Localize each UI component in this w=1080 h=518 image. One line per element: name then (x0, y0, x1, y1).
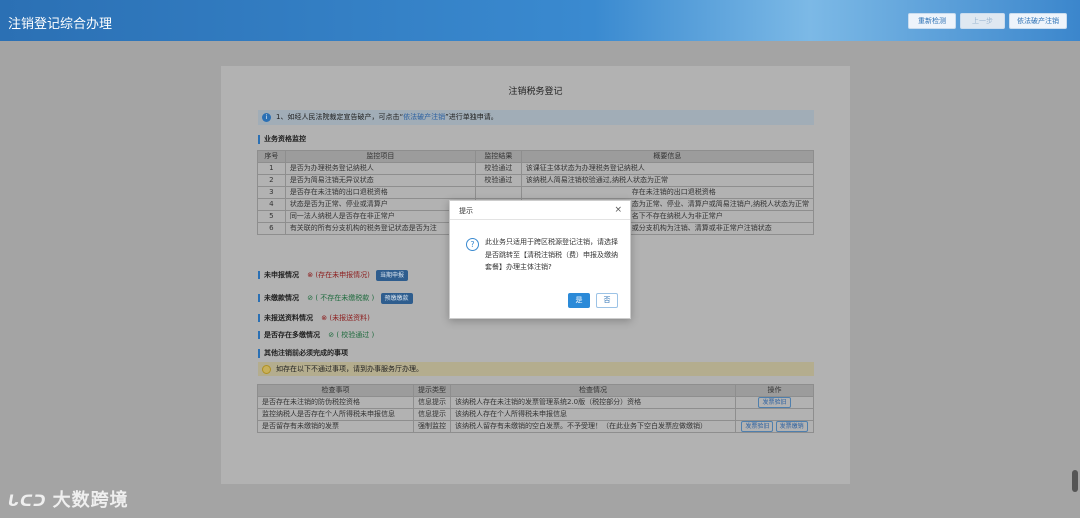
row-detail: 该纳税人存在个人所得税未申报信息 (450, 408, 736, 421)
recheck-button[interactable]: 重新检测 (908, 13, 956, 29)
row-type: 信息提示 (413, 396, 451, 409)
col-no: 序号 (257, 150, 286, 163)
col-detail: 检查情况 (450, 384, 736, 397)
notice-text: 1、如经人民法院裁定宣告破产，可点击“ (276, 113, 404, 121)
unfiled-label: 未申报情况 (258, 271, 299, 279)
top-bar: 注销登记综合办理 重新检测 上一步 依法破产注销 (0, 0, 1080, 41)
table-row: 监控纳税人是否存在个人所得税未申报信息 信息提示 该纳税人存在个人所得税未申报信… (257, 408, 814, 421)
row-no: 3 (257, 186, 286, 199)
watermark: ᒐᑕᑐ 大数跨境 (8, 486, 129, 512)
business-section-title: 业务资格监控 (258, 135, 306, 144)
row-no: 4 (257, 198, 286, 211)
col-summary: 概要信息 (520, 150, 815, 163)
col-item: 监控项目 (284, 150, 476, 163)
yes-button[interactable]: 是 (568, 293, 590, 308)
bankruptcy-link[interactable]: 依法破产注销 (403, 113, 445, 121)
row-no: 5 (257, 210, 286, 223)
check-icon: ⊘ (307, 294, 314, 302)
app-title: 注销登记综合办理 (8, 17, 113, 32)
row-item: 有关联的所有分支机构的税务登记状态是否为注 (284, 222, 476, 235)
other-items-table: 检查事项 提示类型 检查情况 操作 是否存在未注销的防伪税控资格 信息提示 该纳… (257, 384, 814, 433)
row-ops: 发票验旧 发票缴销 (735, 420, 814, 433)
row-detail: 该纳税人留存有未缴销的空白发票。不予受理！（在此业务下空白发票应做缴销） (450, 420, 736, 433)
row-summary: 该纳税人简易注销校验通过,纳税人状态为正常 (520, 174, 815, 187)
row-summary: 存在未注销的出口退税资格 (520, 186, 815, 199)
row-item: 监控纳税人是否存在个人所得税未申报信息 (257, 408, 414, 421)
row-type: 强制监控 (413, 420, 451, 433)
unfiled-line: 未申报情况 ⊗ (存在未申报情况) 当期申报 (258, 269, 409, 281)
invoice-cancel-button[interactable]: 发票缴销 (775, 421, 808, 432)
previous-step-button[interactable]: 上一步 (960, 13, 1005, 29)
row-item: 是否为办理税务登记纳税人 (284, 162, 476, 175)
unpaid-line: 未缴款情况 ⊘ ( 不存在未缴税款 ) 预缴缴款 (258, 292, 413, 304)
hint-bar: 如存在以下不通过事项，请到办事服务厅办理。 (258, 362, 814, 376)
other-section-title: 其他注销前必须完成的事项 (258, 349, 348, 358)
table-row: 3 是否存在未注销的出口退税资格 存在未注销的出口退税资格 (257, 186, 815, 199)
check-icon: ⊘ (328, 331, 335, 339)
info-icon: i (262, 113, 271, 122)
invoice-verify-button[interactable]: 发票验旧 (741, 421, 774, 432)
unpaid-status: ( 不存在未缴税款 ) (315, 294, 375, 302)
row-no: 6 (257, 222, 286, 235)
multiple-label: 是否存在多缴情况 (258, 331, 320, 339)
unsubmitted-line: 未报送资料情况 ⊗ (未报送资料) (258, 312, 370, 324)
prepay-button[interactable]: 预缴缴款 (380, 293, 413, 304)
row-ops: 发票验旧 (735, 396, 814, 409)
watermark-logo: ᒐᑕᑐ (8, 492, 47, 510)
unfiled-status: (存在未申报情况) (315, 271, 370, 279)
unpaid-label: 未缴款情况 (258, 294, 299, 302)
table-header: 序号 监控项目 监控结果 概要信息 (257, 150, 815, 163)
col-result: 监控结果 (474, 150, 522, 163)
row-ops (735, 408, 814, 421)
col-check-item: 检查事项 (257, 384, 414, 397)
row-item: 是否为简易注销无异议状态 (284, 174, 476, 187)
confirm-dialog: 提示 × ? 此业务只适用于跨区税源登记注销，请选择是否跳转至【清税注销税（费）… (449, 200, 631, 319)
table-row: 1 是否为办理税务登记纳税人 校验通过 该课征主体状态为办理税务登记纳税人 (257, 162, 815, 175)
fail-icon: ⊗ (307, 271, 314, 279)
row-no: 2 (257, 174, 286, 187)
row-item: 状态是否为正常、停业或清算户 (284, 198, 476, 211)
row-summary: 该课征主体状态为办理税务登记纳税人 (520, 162, 815, 175)
row-item: 是否留存有未缴销的发票 (257, 420, 414, 433)
invoice-verify-button[interactable]: 发票验旧 (758, 397, 791, 408)
table-row: 是否存在未注销的防伪税控资格 信息提示 该纳税人存在未注销的发票管理系统2.0版… (257, 396, 814, 409)
close-icon[interactable]: × (614, 205, 622, 215)
dialog-message: 此业务只适用于跨区税源登记注销，请选择是否跳转至【清税注销税（费）申报及缴纳套餐… (485, 238, 618, 271)
row-result: 校验通过 (474, 162, 522, 175)
warning-icon (262, 365, 271, 374)
row-result (474, 186, 522, 199)
hint-text: 如存在以下不通过事项，请到办事服务厅办理。 (276, 365, 423, 373)
no-button[interactable]: 否 (596, 293, 618, 308)
notice-bar: i 1、如经人民法院裁定宣告破产，可点击“依法破产注销”进行单独申请。 (258, 110, 814, 125)
row-item: 同一法人纳税人是否存在非正常户 (284, 210, 476, 223)
col-type: 提示类型 (413, 384, 451, 397)
file-now-button[interactable]: 当期申报 (376, 270, 409, 281)
table-row: 2 是否为简易注销无异议状态 校验通过 该纳税人简易注销校验通过,纳税人状态为正… (257, 174, 815, 187)
unsubmitted-label: 未报送资料情况 (258, 314, 313, 322)
unsubmitted-status: (未报送资料) (329, 314, 370, 322)
bankruptcy-deregister-button[interactable]: 依法破产注销 (1009, 13, 1067, 29)
dialog-header: 提示 × (450, 201, 630, 220)
col-ops: 操作 (735, 384, 814, 397)
row-type: 信息提示 (413, 408, 451, 421)
notice-text-end: ”进行单独申请。 (445, 113, 498, 121)
row-no: 1 (257, 162, 286, 175)
question-icon: ? (466, 238, 479, 251)
panel-title: 注销税务登记 (508, 87, 563, 97)
row-result: 校验通过 (474, 174, 522, 187)
table-row: 是否留存有未缴销的发票 强制监控 该纳税人留存有未缴销的空白发票。不予受理！（在… (257, 420, 814, 433)
scrollbar[interactable] (1072, 470, 1078, 492)
row-item: 是否存在未注销的防伪税控资格 (257, 396, 414, 409)
multiple-status: ( 校验通过 ) (336, 331, 375, 339)
multiple-line: 是否存在多缴情况 ⊘ ( 校验通过 ) (258, 329, 374, 341)
table-header: 检查事项 提示类型 检查情况 操作 (257, 384, 814, 397)
fail-icon: ⊗ (321, 314, 328, 322)
row-detail: 该纳税人存在未注销的发票管理系统2.0版（税控部分）资格 (450, 396, 736, 409)
watermark-text: 大数跨境 (52, 490, 129, 511)
row-item: 是否存在未注销的出口退税资格 (284, 186, 476, 199)
dialog-title: 提示 (459, 207, 473, 215)
